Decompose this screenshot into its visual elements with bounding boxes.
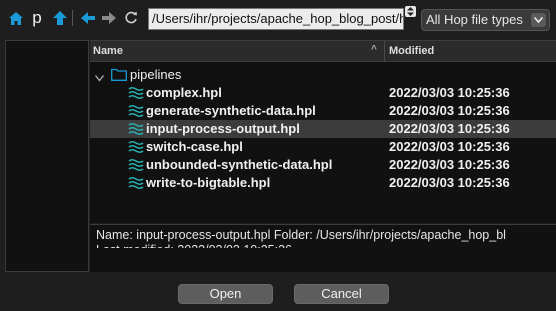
- file-row[interactable]: complex.hpl 2022/03/03 10:25:36: [90, 84, 556, 102]
- file-name: write-to-bigtable.hpl: [146, 175, 271, 190]
- back-arrow-icon[interactable]: [78, 8, 98, 28]
- file-modified: 2022/03/03 10:25:36: [389, 85, 510, 100]
- pipeline-file-icon: [128, 86, 144, 100]
- pipeline-file-icon: [128, 122, 144, 136]
- file-tree[interactable]: Name ^ Modified pipelines complex.hpl 202…: [90, 40, 556, 223]
- file-name: switch-case.hpl: [146, 139, 243, 154]
- folder-name: pipelines: [130, 67, 182, 82]
- column-separator[interactable]: [384, 41, 385, 62]
- file-info-line2: Last modified: 2022/03/03 10:25:36: [96, 243, 292, 257]
- file-row[interactable]: switch-case.hpl 2022/03/03 10:25:36: [90, 138, 556, 156]
- pipeline-file-icon: [128, 176, 144, 190]
- file-info-line1: Name: input-process-output.hpl Folder: /…: [96, 228, 506, 242]
- file-modified: 2022/03/03 10:25:36: [389, 157, 510, 172]
- pipeline-file-icon: [128, 104, 144, 118]
- sort-ascending-icon: ^: [371, 44, 377, 55]
- path-history-icon[interactable]: [405, 6, 416, 17]
- toolbar-divider: [72, 10, 73, 26]
- places-pane[interactable]: [5, 40, 89, 272]
- column-header: Name ^ Modified: [90, 41, 556, 62]
- file-row[interactable]: unbounded-synthetic-data.hpl 2022/03/03 1…: [90, 156, 556, 174]
- refresh-icon[interactable]: [121, 8, 141, 28]
- folder-icon: [111, 68, 127, 84]
- file-row[interactable]: input-process-output.hpl 2022/03/03 10:25…: [90, 120, 556, 138]
- column-modified-header[interactable]: Modified: [389, 45, 434, 57]
- file-type-select[interactable]: All Hop file types: [421, 9, 550, 31]
- file-row[interactable]: generate-synthetic-data.hpl 2022/03/03 10…: [90, 102, 556, 120]
- file-name: unbounded-synthetic-data.hpl: [146, 157, 333, 172]
- folder-row-pipelines[interactable]: pipelines: [90, 66, 556, 84]
- file-row[interactable]: write-to-bigtable.hpl 2022/03/03 10:25:36: [90, 174, 556, 192]
- home-icon[interactable]: [6, 8, 26, 28]
- chevron-down-icon: [531, 13, 546, 27]
- p-button[interactable]: p: [27, 8, 47, 28]
- open-button[interactable]: Open: [178, 284, 273, 304]
- file-modified: 2022/03/03 10:25:36: [389, 121, 510, 136]
- file-name: generate-synthetic-data.hpl: [146, 103, 316, 118]
- pipeline-file-icon: [128, 158, 144, 172]
- file-type-selected: All Hop file types: [426, 12, 523, 27]
- forward-arrow-icon[interactable]: [99, 8, 119, 28]
- cancel-button[interactable]: Cancel: [294, 284, 389, 304]
- path-input[interactable]: /Users/ihr/projects/apache_hop_blog_post…: [148, 8, 404, 30]
- file-modified: 2022/03/03 10:25:36: [389, 103, 510, 118]
- column-name-header[interactable]: Name: [93, 45, 123, 57]
- pipeline-file-icon: [128, 140, 144, 154]
- chevron-down-icon[interactable]: [94, 70, 105, 85]
- file-modified: 2022/03/03 10:25:36: [389, 139, 510, 154]
- up-arrow-icon[interactable]: [50, 8, 70, 28]
- file-name: input-process-output.hpl: [146, 121, 300, 136]
- file-modified: 2022/03/03 10:25:36: [389, 175, 510, 190]
- file-info-pane: Name: input-process-output.hpl Folder: /…: [90, 224, 556, 272]
- file-name: complex.hpl: [146, 85, 222, 100]
